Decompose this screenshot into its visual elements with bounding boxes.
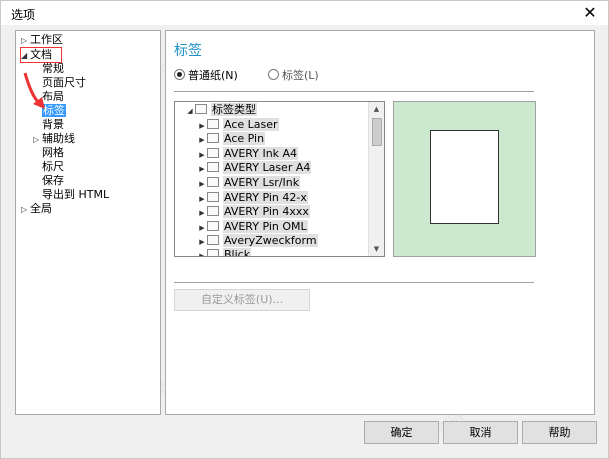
tree-item-global[interactable]: ▷ 全局: [21, 202, 52, 216]
radio-label-paper[interactable]: 标签(L): [268, 69, 319, 83]
tree-item-guidelines[interactable]: ▷ 辅助线: [33, 132, 75, 146]
folder-icon: [207, 221, 219, 231]
list-item[interactable]: ▶ AVERY Lsr/Ink: [197, 176, 301, 190]
tree-item-label: 文档: [30, 48, 52, 61]
radio-label: 标签(L): [282, 69, 319, 82]
radio-selected-icon: [174, 69, 185, 80]
vertical-scrollbar[interactable]: ▲ ▼: [368, 102, 384, 256]
tree-item-label: 导出到 HTML: [42, 188, 110, 201]
expand-icon: ▶: [199, 195, 205, 203]
tree-item-document[interactable]: ◢ 文档: [21, 48, 52, 62]
list-item-label: Blick: [223, 248, 252, 256]
list-item-label: AVERY Laser A4: [223, 161, 312, 174]
collapse-icon[interactable]: ◢: [21, 49, 30, 63]
folder-icon: [207, 133, 219, 143]
expand-icon: ▶: [199, 209, 205, 217]
label-type-list[interactable]: ◢ 标签类型 ▶ Ace Laser ▶ Ace Pin ▶ AVERY Ink A4 …: [174, 101, 385, 257]
folder-icon: [207, 249, 219, 256]
cancel-button[interactable]: 取消: [443, 421, 518, 444]
divider: [174, 282, 534, 283]
list-item-label: AveryZweckform: [223, 234, 318, 247]
tree-item-label: 背景: [42, 118, 64, 131]
expand-icon[interactable]: ▷: [21, 203, 30, 217]
tree-item-save[interactable]: 保存: [42, 174, 64, 188]
custom-label-button[interactable]: 自定义标签(U)...: [174, 289, 310, 311]
tree-item-background[interactable]: 背景: [42, 118, 64, 132]
title-bar: 选项 ✕: [1, 1, 608, 25]
expand-icon: ▶: [199, 165, 205, 173]
scroll-up-icon[interactable]: ▲: [369, 102, 384, 116]
expand-icon: ▶: [199, 151, 205, 159]
tree-item-label: 网格: [42, 146, 64, 159]
options-dialog: www.ddooo.com www.ddooo.com www.ddooo.co…: [0, 0, 609, 459]
divider: [174, 91, 534, 92]
scroll-down-icon[interactable]: ▼: [369, 242, 384, 256]
list-item[interactable]: ▶ AVERY Pin 4xxx: [197, 205, 310, 219]
ok-button[interactable]: 确定: [364, 421, 439, 444]
list-item-label: AVERY Pin 4xxx: [223, 205, 310, 218]
scroll-thumb[interactable]: [372, 118, 382, 146]
list-item[interactable]: ▶ AVERY Laser A4: [197, 161, 312, 175]
paper-preview: [430, 130, 499, 224]
expand-icon[interactable]: ▷: [33, 133, 42, 147]
folder-icon: [195, 104, 207, 114]
radio-label: 普通纸(N): [188, 69, 238, 82]
list-item[interactable]: ▶ Ace Laser: [197, 118, 279, 132]
tree-item-label: 标尺: [42, 160, 64, 173]
folder-icon: [207, 192, 219, 202]
list-item-label: AVERY Lsr/Ink: [223, 176, 301, 189]
annotation-arrow-icon: [23, 72, 45, 109]
expand-icon: ▶: [199, 180, 205, 188]
list-root[interactable]: ◢ 标签类型: [185, 103, 257, 117]
folder-icon: [207, 162, 219, 172]
tree-item-workspace[interactable]: ▷ 工作区: [21, 33, 63, 47]
list-item-label: AVERY Ink A4: [223, 147, 299, 160]
radio-plain-paper[interactable]: 普通纸(N): [174, 69, 238, 83]
label-preview: [393, 101, 536, 257]
list-item-label: AVERY Pin OML: [223, 220, 308, 233]
expand-icon: ▶: [199, 224, 205, 232]
tree-item-label: 辅助线: [42, 132, 75, 145]
folder-icon: [207, 148, 219, 158]
list-item[interactable]: ▶ AveryZweckform: [197, 234, 318, 248]
expand-icon: ▶: [199, 136, 205, 144]
folder-icon: [207, 235, 219, 245]
expand-icon: ▶: [199, 122, 205, 130]
expand-icon: ▶: [199, 238, 205, 246]
tree-item-label: 保存: [42, 174, 64, 187]
expand-icon: ▶: [199, 252, 205, 257]
folder-icon: [207, 119, 219, 129]
close-icon[interactable]: ✕: [579, 3, 601, 23]
radio-unselected-icon: [268, 69, 279, 80]
list-item[interactable]: ▶ Ace Pin: [197, 132, 266, 146]
folder-icon: [207, 177, 219, 187]
section-title: 标签: [174, 43, 202, 59]
list-root-label: 标签类型: [211, 103, 257, 116]
expand-icon[interactable]: ▷: [21, 34, 30, 48]
tree-item-label: 全局: [30, 202, 52, 215]
collapse-icon: ◢: [187, 107, 193, 115]
label-settings-panel: 标签 普通纸(N) 标签(L) ◢ 标签类型 ▶ Ace Laser ▶ Ace Pi…: [165, 30, 595, 415]
list-item[interactable]: ▶ AVERY Pin 42-x: [197, 191, 308, 205]
help-button[interactable]: 帮助: [522, 421, 597, 444]
tree-item-grid[interactable]: 网格: [42, 146, 64, 160]
tree-item-rulers[interactable]: 标尺: [42, 160, 64, 174]
tree-item-export-html[interactable]: 导出到 HTML: [42, 188, 109, 202]
list-item-label: Ace Pin: [223, 132, 266, 145]
list-item-label: Ace Laser: [223, 118, 279, 131]
list-item[interactable]: ▶ AVERY Ink A4: [197, 147, 299, 161]
list-item[interactable]: ▶ AVERY Pin OML: [197, 220, 308, 234]
folder-icon: [207, 206, 219, 216]
window-title: 选项: [11, 8, 36, 22]
tree-item-label: 工作区: [30, 33, 63, 46]
list-item-label: AVERY Pin 42-x: [223, 191, 308, 204]
list-item[interactable]: ▶ Blick: [197, 248, 252, 257]
